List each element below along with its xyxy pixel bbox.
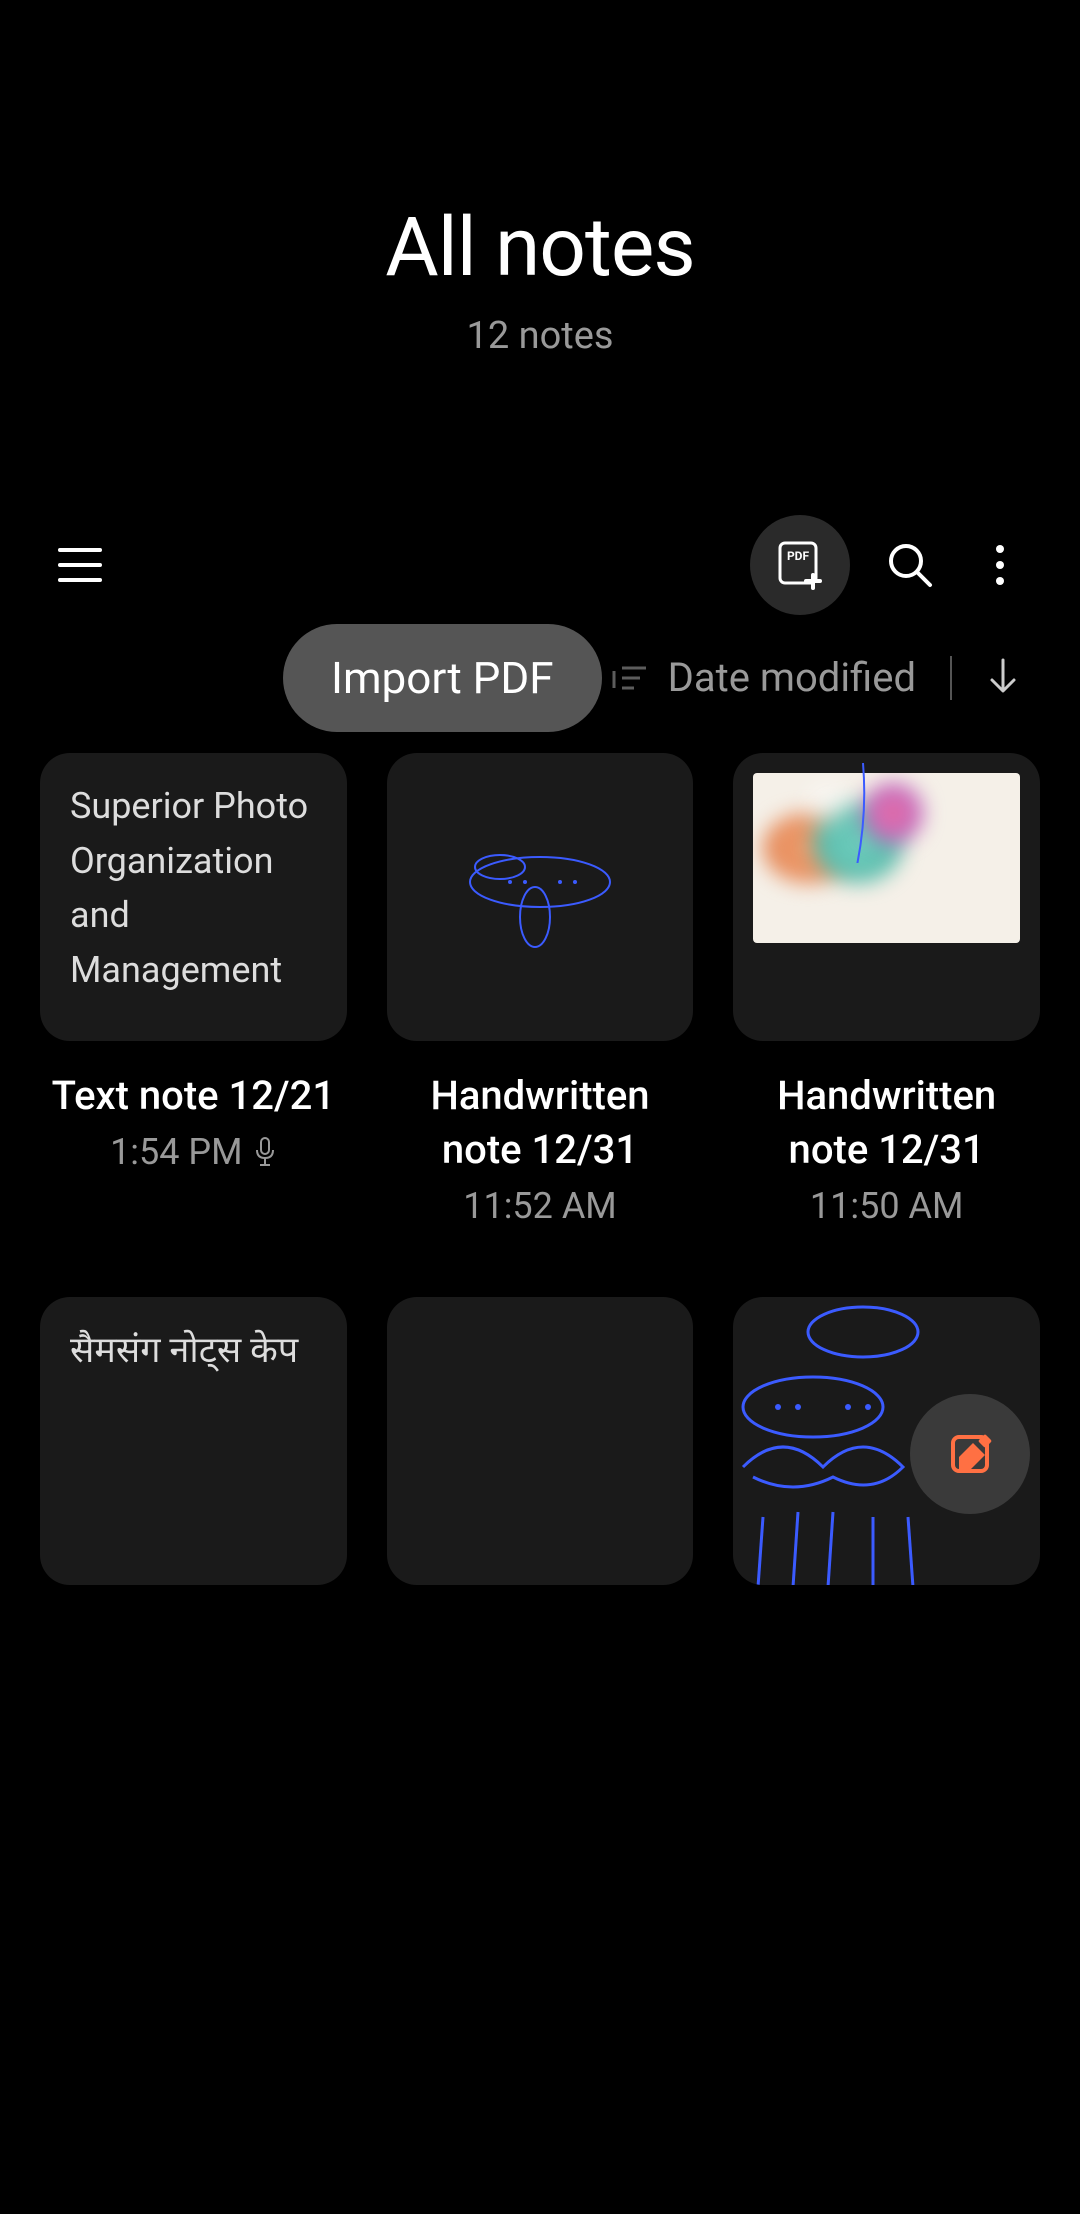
- sort-by-label[interactable]: Date modified: [668, 654, 916, 701]
- sort-divider: [950, 656, 952, 700]
- search-icon: [886, 541, 934, 589]
- menu-button[interactable]: [50, 535, 110, 595]
- pdf-import-icon: PDF: [777, 540, 823, 590]
- new-note-fab[interactable]: [910, 1394, 1030, 1514]
- note-time: 1:54 PM: [110, 1131, 243, 1173]
- note-title: Text note 12/21: [40, 1069, 347, 1123]
- sort-list-icon: [612, 663, 648, 693]
- voice-icon: [253, 1136, 277, 1168]
- note-card[interactable]: Superior Photo Organization and Manageme…: [40, 753, 347, 1227]
- note-time: 11:52 AM: [463, 1185, 617, 1227]
- note-thumbnail: Superior Photo Organization and Manageme…: [40, 753, 347, 1041]
- edit-icon: [945, 1429, 995, 1479]
- note-card[interactable]: [387, 1297, 694, 1585]
- note-preview-text: सैमसंग नोट्स केप: [70, 1323, 317, 1378]
- handwritten-drawing: [450, 827, 630, 967]
- import-pdf-button[interactable]: PDF: [750, 515, 850, 615]
- note-title: Handwritten note 12/31: [387, 1069, 694, 1177]
- more-options-button[interactable]: [970, 535, 1030, 595]
- note-card[interactable]: Handwritten note 12/31 11:50 AM: [733, 753, 1040, 1227]
- note-thumbnail: [387, 1297, 694, 1585]
- note-thumbnail: [733, 753, 1040, 1041]
- note-title: Handwritten note 12/31: [733, 1069, 1040, 1177]
- note-card[interactable]: सैमसंग नोट्स केप: [40, 1297, 347, 1585]
- import-pdf-tooltip: Import PDF: [283, 624, 602, 732]
- more-vertical-icon: [994, 543, 1006, 587]
- note-preview-text: Superior Photo Organization and Manageme…: [70, 779, 317, 998]
- page-title: All notes: [0, 200, 1080, 296]
- arrow-down-icon: [986, 656, 1020, 696]
- note-thumbnail: सैमसंग नोट्स केप: [40, 1297, 347, 1585]
- note-thumbnail: [387, 753, 694, 1041]
- note-time: 11:50 AM: [810, 1185, 964, 1227]
- hamburger-icon: [58, 547, 102, 583]
- sort-direction-button[interactable]: [986, 656, 1020, 700]
- search-button[interactable]: [880, 535, 940, 595]
- note-count: 12 notes: [0, 314, 1080, 358]
- svg-text:PDF: PDF: [787, 549, 810, 563]
- note-card[interactable]: Handwritten note 12/31 11:52 AM: [387, 753, 694, 1227]
